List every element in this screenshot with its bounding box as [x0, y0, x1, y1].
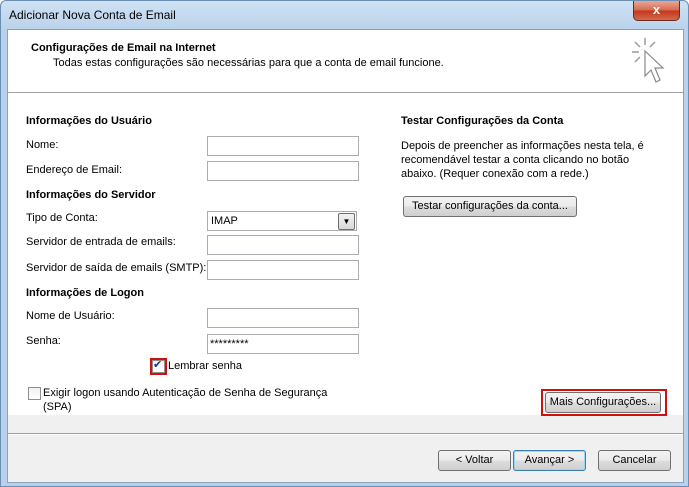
- dialog-window: Adicionar Nova Conta de Email x Configur…: [0, 0, 689, 487]
- content-panel: Informações do Usuário Nome: Endereço de…: [8, 93, 683, 416]
- spa-checkbox[interactable]: [28, 387, 41, 400]
- more-settings-button[interactable]: Mais Configurações...: [545, 392, 661, 413]
- title-bar[interactable]: Adicionar Nova Conta de Email: [1, 1, 689, 29]
- user-info-heading: Informações do Usuário: [26, 115, 152, 127]
- back-button[interactable]: < Voltar: [438, 450, 511, 471]
- checkmark-icon: ✔: [153, 359, 163, 371]
- email-label: Endereço de Email:: [26, 164, 122, 176]
- username-input[interactable]: [207, 308, 359, 328]
- test-settings-button[interactable]: Testar configurações da conta...: [403, 196, 577, 217]
- header-subtitle: Todas estas configurações são necessária…: [53, 57, 444, 69]
- next-button[interactable]: Avançar >: [513, 450, 586, 471]
- name-input[interactable]: [207, 136, 359, 156]
- close-button[interactable]: x: [633, 1, 680, 21]
- password-label: Senha:: [26, 335, 61, 347]
- dialog-client-area: Configurações de Email na Internet Todas…: [7, 29, 684, 483]
- outgoing-server-label: Servidor de saída de emails (SMTP):: [26, 262, 207, 274]
- username-label: Nome de Usuário:: [26, 310, 115, 322]
- header-title: Configurações de Email na Internet: [31, 42, 216, 54]
- logon-info-heading: Informações de Logon: [26, 287, 144, 299]
- password-input[interactable]: *********: [207, 334, 359, 354]
- test-settings-heading: Testar Configurações da Conta: [401, 115, 564, 127]
- footer-separator: [8, 433, 683, 435]
- close-icon: x: [652, 2, 661, 17]
- window-title: Adicionar Nova Conta de Email: [9, 8, 176, 22]
- outgoing-server-input[interactable]: [207, 260, 359, 280]
- name-label: Nome:: [26, 139, 59, 151]
- remember-password-checkbox[interactable]: ✔: [152, 359, 165, 373]
- cursor-click-icon: [632, 38, 665, 83]
- incoming-server-label: Servidor de entrada de emails:: [26, 236, 176, 248]
- account-type-label: Tipo de Conta:: [26, 212, 98, 224]
- email-input[interactable]: [207, 161, 359, 181]
- account-type-select[interactable]: IMAP ▼: [207, 211, 357, 231]
- chevron-down-icon[interactable]: ▼: [338, 213, 355, 230]
- server-info-heading: Informações do Servidor: [26, 189, 156, 201]
- header-panel: Configurações de Email na Internet Todas…: [8, 30, 683, 93]
- incoming-server-input[interactable]: [207, 235, 359, 255]
- test-settings-description: Depois de preencher as informações nesta…: [401, 140, 644, 180]
- spa-label[interactable]: Exigir logon usando Autenticação de Senh…: [43, 386, 343, 414]
- account-type-value: IMAP: [211, 215, 238, 227]
- cancel-button[interactable]: Cancelar: [598, 450, 671, 471]
- remember-password-label[interactable]: Lembrar senha: [168, 360, 242, 372]
